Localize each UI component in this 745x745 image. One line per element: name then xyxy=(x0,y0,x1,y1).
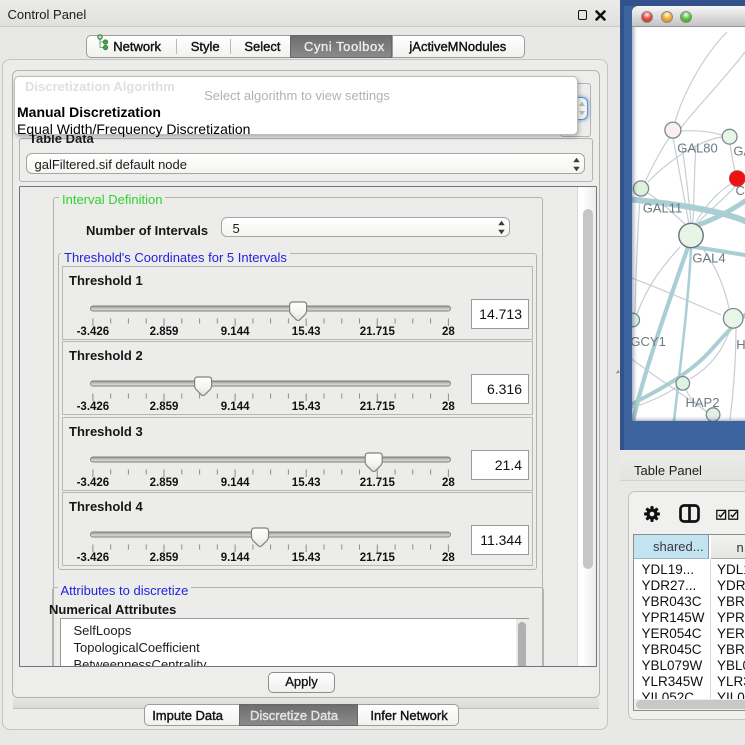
svg-text:28: 28 xyxy=(442,401,455,413)
svg-text:15.43: 15.43 xyxy=(292,401,321,413)
svg-text:GAL4: GAL4 xyxy=(692,251,725,266)
svg-text:2.859: 2.859 xyxy=(150,552,179,564)
svg-text:21.715: 21.715 xyxy=(360,477,396,489)
svg-text:9.144: 9.144 xyxy=(221,326,250,338)
svg-text:28: 28 xyxy=(442,326,455,338)
svg-text:GCY1: GCY1 xyxy=(632,334,666,349)
svg-text:15.43: 15.43 xyxy=(292,477,321,489)
svg-text:2.859: 2.859 xyxy=(150,401,179,413)
svg-text:21.715: 21.715 xyxy=(360,326,396,338)
svg-text:-3.426: -3.426 xyxy=(77,401,110,413)
svg-text:C: C xyxy=(736,183,745,198)
svg-text:GAL80: GAL80 xyxy=(677,141,717,156)
svg-text:2.859: 2.859 xyxy=(150,326,179,338)
svg-text:15.43: 15.43 xyxy=(292,552,321,564)
svg-text:9.144: 9.144 xyxy=(221,552,250,564)
svg-text:2.859: 2.859 xyxy=(150,477,179,489)
svg-text:-3.426: -3.426 xyxy=(77,477,110,489)
svg-text:28: 28 xyxy=(442,477,455,489)
svg-text:HI: HI xyxy=(736,337,745,352)
svg-text:28: 28 xyxy=(442,552,455,564)
svg-text:9.144: 9.144 xyxy=(221,477,250,489)
svg-text:-3.426: -3.426 xyxy=(77,552,110,564)
svg-text:15.43: 15.43 xyxy=(292,326,321,338)
svg-text:GA: GA xyxy=(733,144,745,159)
svg-text:GAL11: GAL11 xyxy=(643,200,683,215)
svg-text:9.144: 9.144 xyxy=(221,401,250,413)
svg-text:21.715: 21.715 xyxy=(360,552,396,564)
svg-text:21.715: 21.715 xyxy=(360,401,396,413)
svg-text:-3.426: -3.426 xyxy=(77,326,110,338)
svg-text:HAP2: HAP2 xyxy=(686,395,720,410)
